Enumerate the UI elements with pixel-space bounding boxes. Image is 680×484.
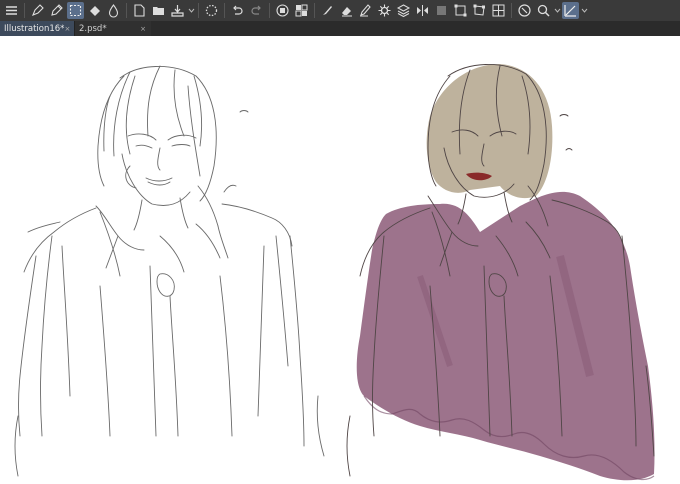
gear-tool-icon[interactable] xyxy=(376,2,393,19)
chevron-down-icon[interactable] xyxy=(187,2,195,19)
toolbar-divider xyxy=(24,3,25,18)
sketch-right xyxy=(346,64,655,481)
chevron-down-icon[interactable] xyxy=(553,2,561,19)
eraser-icon[interactable] xyxy=(338,2,355,19)
blend-icon[interactable] xyxy=(105,2,122,19)
main-toolbar xyxy=(0,0,680,21)
zoom-icon[interactable] xyxy=(516,2,533,19)
toolbar-divider xyxy=(269,3,270,18)
toolbar-divider xyxy=(511,3,512,18)
drawing-canvas[interactable] xyxy=(0,36,680,484)
save-icon[interactable] xyxy=(169,2,186,19)
crop-icon[interactable] xyxy=(471,2,488,19)
pen-icon[interactable] xyxy=(29,2,46,19)
grid-icon[interactable] xyxy=(293,2,310,19)
tab-label: Illustration16* xyxy=(4,23,65,34)
brush-icon[interactable] xyxy=(319,2,336,19)
open-icon[interactable] xyxy=(150,2,167,19)
ruler-icon[interactable] xyxy=(562,2,579,19)
toolbar-divider xyxy=(314,3,315,18)
document-tabs: Illustration16* × 2.psd* × xyxy=(0,21,680,36)
layers-icon[interactable] xyxy=(395,2,412,19)
flip-icon[interactable] xyxy=(414,2,431,19)
pencil-icon[interactable] xyxy=(48,2,65,19)
pen-tool-icon[interactable] xyxy=(357,2,374,19)
sketch-artwork xyxy=(14,64,655,481)
fill-icon[interactable] xyxy=(86,2,103,19)
tab-2-psd[interactable]: 2.psd* × xyxy=(74,21,151,36)
new-file-icon[interactable] xyxy=(131,2,148,19)
sketch-left xyxy=(14,65,325,477)
menu-icon[interactable] xyxy=(3,2,20,19)
undo-icon[interactable] xyxy=(229,2,246,19)
toolbar-divider xyxy=(198,3,199,18)
tab-label: 2.psd* xyxy=(79,23,107,34)
toolbar-divider xyxy=(126,3,127,18)
marquee-icon[interactable] xyxy=(67,2,84,19)
select-icon[interactable] xyxy=(433,2,450,19)
close-icon[interactable]: × xyxy=(140,25,146,33)
transform-icon[interactable] xyxy=(452,2,469,19)
layer-icon[interactable] xyxy=(274,2,291,19)
navigator-icon[interactable] xyxy=(490,2,507,19)
redo-icon[interactable] xyxy=(248,2,265,19)
chevron-down-icon[interactable] xyxy=(580,2,588,19)
loading-icon[interactable] xyxy=(203,2,220,19)
tab-illustration16[interactable]: Illustration16* × xyxy=(0,21,74,36)
magnify-icon[interactable] xyxy=(535,2,552,19)
toolbar-divider xyxy=(224,3,225,18)
close-icon[interactable]: × xyxy=(64,25,70,33)
